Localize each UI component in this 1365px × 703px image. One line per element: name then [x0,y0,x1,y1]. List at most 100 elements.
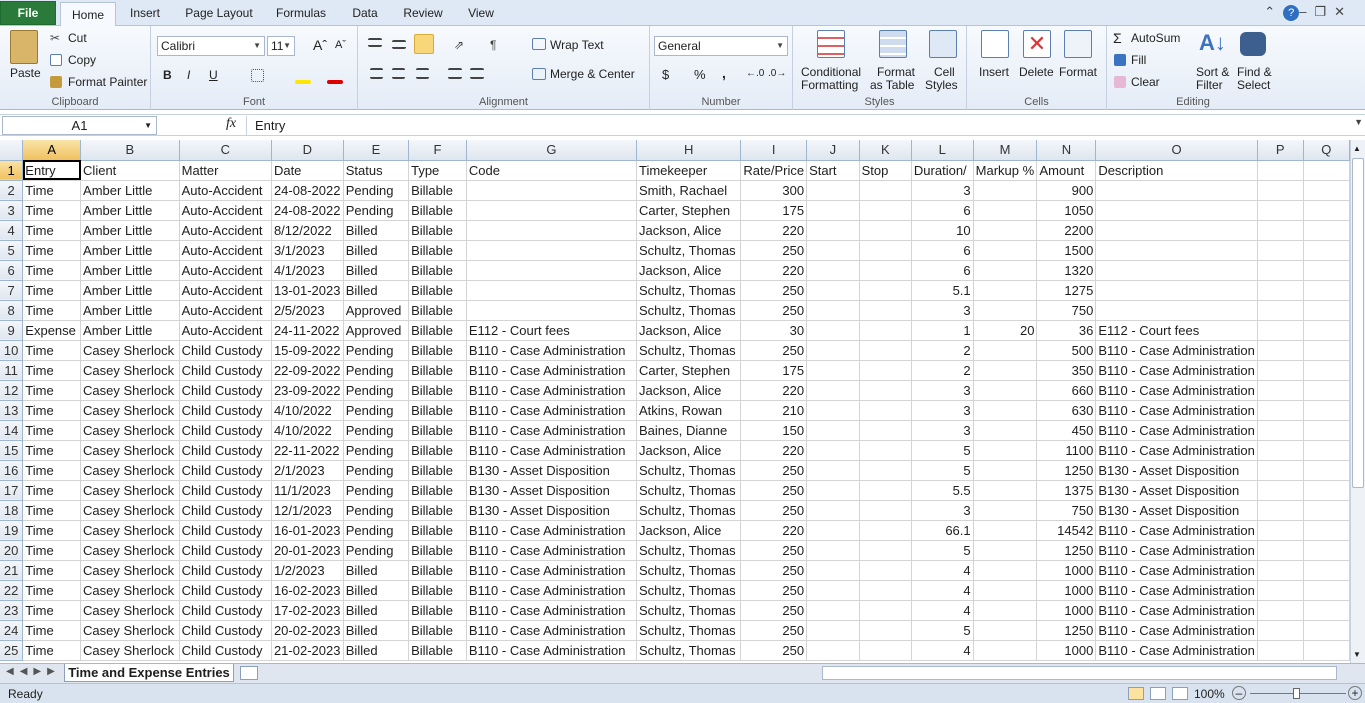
cell[interactable]: Time [22,300,82,321]
cell[interactable]: 500 [1036,340,1097,361]
cell[interactable]: 4 [911,580,974,601]
cell[interactable]: Casey Sherlock [80,380,180,401]
cell[interactable]: B110 - Case Administration [466,640,638,661]
cell[interactable]: Time [22,560,82,581]
cell[interactable]: 5 [911,460,974,481]
cell[interactable]: Time [22,340,82,361]
cell[interactable]: Schultz, Thomas [636,640,742,661]
cell[interactable]: B110 - Case Administration [466,440,638,461]
zoom-out-icon[interactable]: – [1232,686,1246,700]
page-break-view-icon[interactable] [1172,687,1188,700]
cell[interactable]: 8/12/2022 [271,220,344,241]
zoom-slider-thumb[interactable] [1293,688,1300,699]
cell[interactable]: Billable [408,240,467,261]
cell[interactable] [1095,300,1258,321]
cell[interactable]: 1250 [1036,540,1097,561]
cell[interactable] [1257,360,1304,381]
cell[interactable]: Billable [408,220,467,241]
cell[interactable]: 4/10/2022 [271,400,344,421]
cell[interactable]: Casey Sherlock [80,560,180,581]
cell[interactable]: B110 - Case Administration [1095,360,1258,381]
delete-button[interactable]: Delete [1019,65,1054,79]
sort-filter-button-line2[interactable]: Filter [1196,78,1223,92]
cell[interactable] [466,280,638,301]
cell-styles-button-line2[interactable]: Styles [925,78,958,92]
cell[interactable] [973,620,1038,641]
cell[interactable]: 16-02-2023 [271,580,344,601]
cell[interactable] [1095,220,1258,241]
cell[interactable]: Schultz, Thomas [636,280,742,301]
cell[interactable] [1257,440,1304,461]
cell[interactable] [859,500,912,521]
column-header-l[interactable]: L [911,140,974,161]
cell[interactable]: Billable [408,480,467,501]
cell[interactable] [1257,160,1304,181]
cell[interactable]: 1000 [1036,640,1097,661]
cell[interactable] [806,420,860,441]
cell[interactable] [806,240,860,261]
column-header-f[interactable]: F [408,140,467,161]
column-header-g[interactable]: G [466,140,638,161]
cell[interactable]: Time [22,240,82,261]
row-header[interactable]: 23 [0,600,24,621]
cell[interactable]: 250 [740,500,808,521]
column-header-m[interactable]: M [973,140,1038,161]
cell[interactable]: 450 [1036,420,1097,441]
zoom-in-icon[interactable]: + [1348,686,1362,700]
column-header-j[interactable]: J [806,140,860,161]
cell[interactable]: Casey Sherlock [80,520,180,541]
cell[interactable]: 300 [740,180,808,201]
cell[interactable]: Billed [343,260,410,281]
cell[interactable] [806,520,860,541]
cell[interactable] [1303,320,1350,341]
column-header-n[interactable]: N [1036,140,1097,161]
cell[interactable]: Jackson, Alice [636,440,742,461]
row-header[interactable]: 24 [0,620,24,641]
column-header-e[interactable]: E [343,140,410,161]
cell[interactable]: Carter, Stephen [636,360,742,381]
cell[interactable]: Auto-Accident [179,180,272,201]
cell[interactable]: Billable [408,200,467,221]
cell[interactable]: Auto-Accident [179,260,272,281]
cell[interactable] [973,580,1038,601]
cell[interactable] [1303,460,1350,481]
cell[interactable] [973,420,1038,441]
cell[interactable]: 4/1/2023 [271,260,344,281]
cell[interactable] [466,300,638,321]
cell[interactable] [1303,380,1350,401]
currency-button[interactable]: $ [662,67,669,82]
cell[interactable]: Auto-Accident [179,200,272,221]
cell[interactable]: Child Custody [179,380,272,401]
cell[interactable] [859,260,912,281]
increase-indent-icon[interactable] [470,68,484,79]
paste-icon[interactable] [10,30,38,64]
cell[interactable] [859,480,912,501]
cell[interactable] [806,300,860,321]
cell[interactable] [1303,640,1350,661]
cell[interactable]: Casey Sherlock [80,540,180,561]
cell[interactable]: Auto-Accident [179,320,272,341]
cell[interactable]: 1000 [1036,600,1097,621]
cell[interactable] [1257,480,1304,501]
cell[interactable]: 1000 [1036,580,1097,601]
column-header-b[interactable]: B [80,140,180,161]
cell[interactable] [973,200,1038,221]
column-header-p[interactable]: P [1257,140,1304,161]
cell[interactable]: 10 [911,220,974,241]
cell[interactable] [806,320,860,341]
cell[interactable] [973,600,1038,621]
cell[interactable]: Entry [22,160,82,181]
cell[interactable] [1257,420,1304,441]
cell[interactable]: Billable [408,440,467,461]
cell[interactable]: Child Custody [179,500,272,521]
cell-styles-button[interactable]: Cell [934,65,955,79]
align-center-icon[interactable] [392,68,405,79]
conditional-formatting-button-line2[interactable]: Formatting [801,78,858,92]
cell[interactable]: 250 [740,620,808,641]
cell[interactable] [806,500,860,521]
cell[interactable] [973,440,1038,461]
cell[interactable]: Billable [408,380,467,401]
page-layout-view-icon[interactable] [1150,687,1166,700]
sheet-table[interactable]: ABCDEFGHIJKLMNOPQ 1 Entry Client Matter Date… [0,140,1350,661]
cell[interactable]: 4/10/2022 [271,420,344,441]
